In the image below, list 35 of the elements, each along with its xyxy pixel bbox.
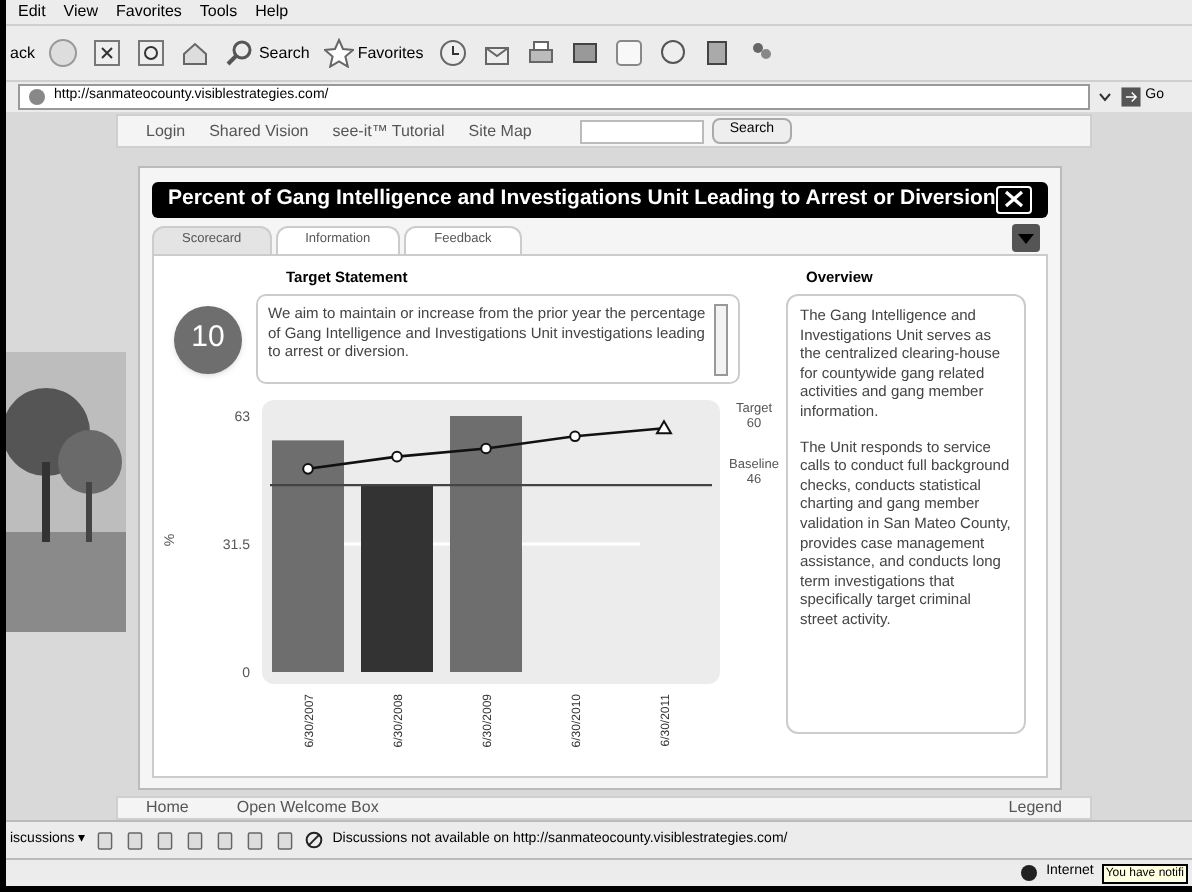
stop-icon[interactable] [92,38,123,68]
back-button[interactable]: ack [10,41,35,65]
close-icon[interactable] [1003,190,1024,209]
menu-item[interactable]: Help [255,0,289,24]
menu-item[interactable]: Edit [18,0,46,24]
footer-link[interactable]: Home [146,796,189,820]
data-point [569,430,581,443]
printer-icon[interactable] [525,38,556,68]
search-button[interactable]: Search [224,38,310,68]
favorites-button[interactable]: Favorites [323,38,424,68]
scrollbar[interactable] [714,304,728,376]
dialog-title: Percent of Gang Intelligence and Investigations Unit Leading to Arrest or Diversion [168,184,996,214]
search-field[interactable] [579,119,704,143]
square-icon[interactable] [274,829,297,851]
data-point [480,442,492,455]
footer-link[interactable]: Open Welcome Box [236,796,379,820]
prohibited-icon [304,830,325,850]
home-icon[interactable] [180,38,211,68]
arrow-icon[interactable] [1119,86,1142,108]
menu-item[interactable]: Favorites [116,0,182,24]
nav-link[interactable]: see-it™ Tutorial [332,119,445,143]
nav-link[interactable]: Site Map [468,119,532,143]
score-badge: 10 [174,305,242,373]
nav-link[interactable]: Login [146,119,186,143]
search-icon[interactable] [224,38,255,68]
close-button[interactable] [995,185,1032,214]
footer-link[interactable]: Legend [1008,796,1062,820]
history-icon[interactable] [437,38,468,68]
target-marker [655,419,673,435]
menu-item[interactable]: Tools [199,0,238,24]
nav-link[interactable]: Shared Vision [209,119,309,143]
star-icon[interactable] [323,38,354,68]
data-point [391,450,403,463]
menu-item[interactable]: View [63,0,98,24]
data-point [302,463,314,475]
